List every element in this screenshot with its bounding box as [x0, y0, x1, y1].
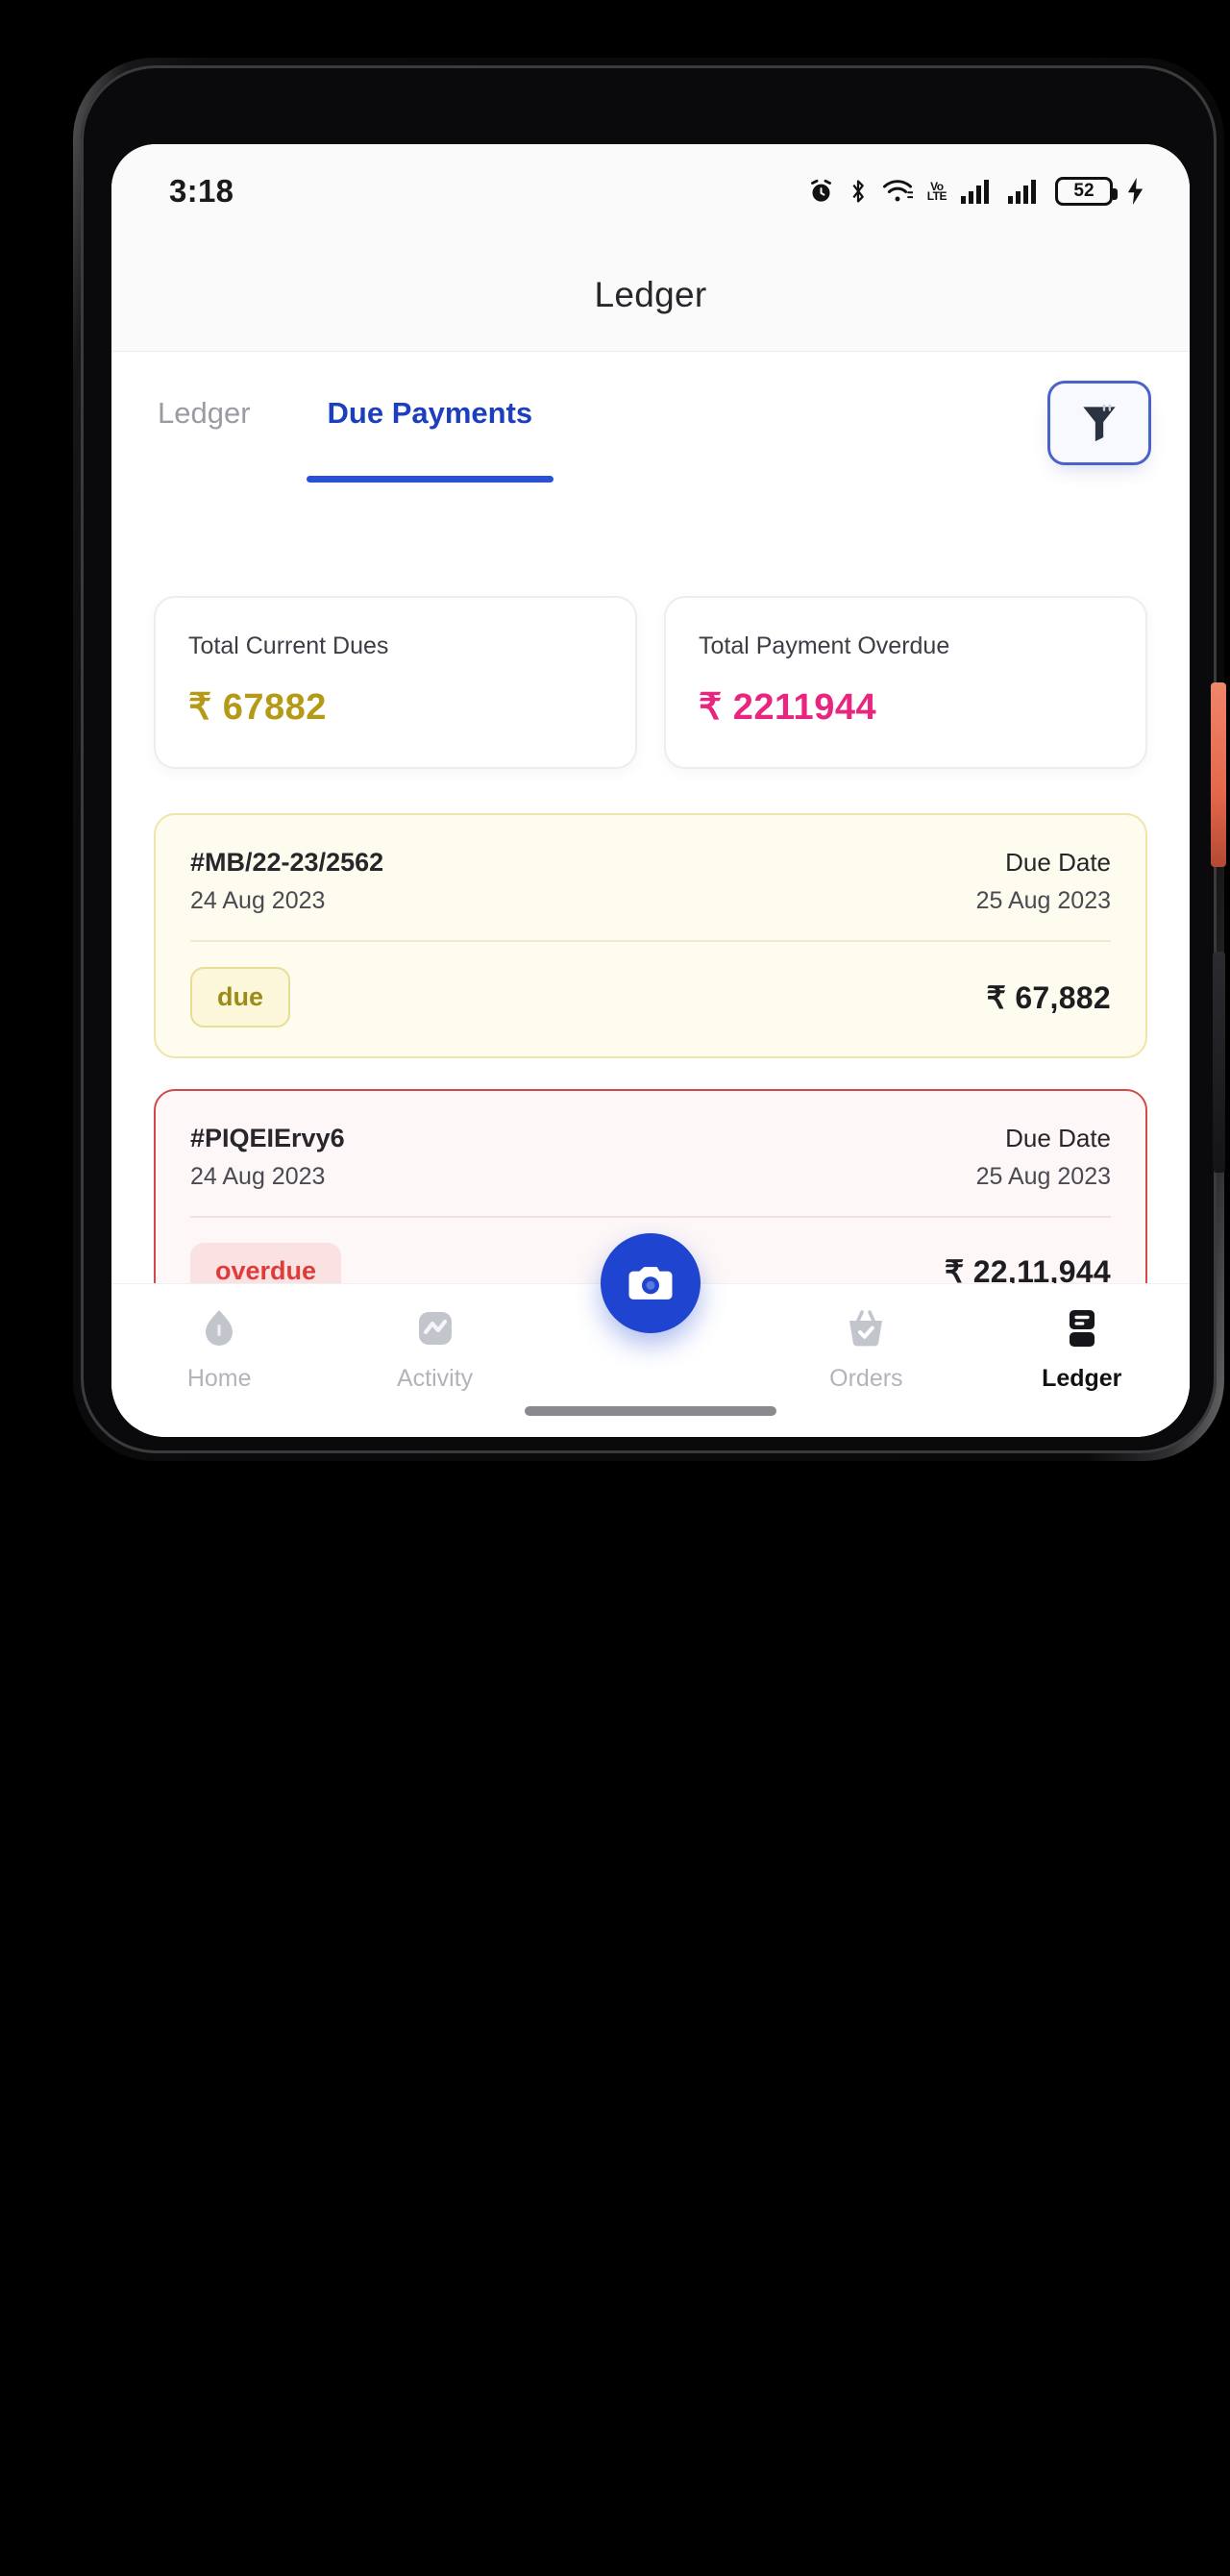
currency-symbol: ₹ — [188, 687, 212, 728]
power-button[interactable] — [1211, 682, 1226, 867]
nav-label: Home — [186, 1365, 252, 1392]
currency-symbol: ₹ — [699, 687, 723, 728]
nav-item-activity[interactable]: Activity — [363, 1305, 507, 1393]
payment-card-footer: due ₹ 67,882 — [190, 967, 1111, 1028]
payment-amount: ₹ 67,882 — [986, 979, 1111, 1016]
filter-funnel-icon — [1083, 404, 1116, 442]
summary-card-payment-overdue[interactable]: Total Payment Overdue ₹ 2211944 — [664, 596, 1147, 769]
summary-cards: Total Current Dues ₹ 67882 Total Payment… — [111, 481, 1190, 769]
screenshot-root: 3:18 Vo LTE 52 Ledger Ledger Due Payment… — [0, 0, 1230, 2576]
payment-card-left: #MB/22-23/2562 24 Aug 2023 — [190, 848, 383, 915]
nav-label: Orders — [829, 1365, 903, 1392]
status-bar-clock: 3:18 — [169, 173, 234, 209]
page-title: Ledger — [594, 274, 707, 314]
battery-icon: 52 — [1055, 177, 1118, 206]
phone-screen: 3:18 Vo LTE 52 Ledger Ledger Due Payment… — [111, 144, 1190, 1437]
nav-item-orders[interactable]: Orders — [794, 1305, 938, 1393]
currency-symbol: ₹ — [986, 979, 1007, 1015]
summary-card-amount: 67882 — [222, 687, 327, 728]
tab-due-payments[interactable]: Due Payments — [306, 396, 554, 483]
nav-item-home[interactable]: Home — [147, 1305, 291, 1393]
home-indicator[interactable] — [525, 1406, 776, 1416]
summary-card-value: ₹ 67882 — [188, 685, 603, 729]
camera-fab-button[interactable] — [601, 1233, 701, 1333]
summary-card-label: Total Current Dues — [188, 632, 389, 659]
tab-due-payments-label: Due Payments — [327, 396, 533, 430]
payment-card-right: Due Date 25 Aug 2023 — [976, 1124, 1111, 1191]
active-tab-indicator — [306, 476, 554, 483]
invoice-date: 24 Aug 2023 — [190, 887, 326, 914]
status-bar-icons: Vo LTE 52 — [808, 177, 1144, 206]
filter-button[interactable] — [1047, 381, 1151, 465]
volte-icon: Vo LTE — [926, 180, 947, 203]
wifi-icon — [882, 180, 913, 202]
payment-amount-value: 67,882 — [1015, 979, 1111, 1015]
bluetooth-icon — [852, 180, 864, 203]
due-date-label: Due Date — [1005, 1124, 1111, 1152]
status-badge: due — [190, 967, 291, 1028]
summary-card-value: ₹ 2211944 — [699, 685, 1113, 729]
battery-level: 52 — [1073, 181, 1095, 201]
signal-sim2-icon — [1008, 180, 1036, 204]
nav-label: Ledger — [1042, 1365, 1122, 1392]
phone-device: 3:18 Vo LTE 52 Ledger Ledger Due Payment… — [37, 29, 1226, 1461]
tab-ledger[interactable]: Ledger — [158, 396, 251, 436]
payment-card-header: #PIQEIErvy6 24 Aug 2023 Due Date 25 Aug … — [190, 1124, 1111, 1191]
payment-card-right: Due Date 25 Aug 2023 — [976, 848, 1111, 915]
nav-item-ledger[interactable]: Ledger — [1010, 1305, 1154, 1393]
divider — [190, 1216, 1111, 1218]
due-date-value: 25 Aug 2023 — [975, 887, 1111, 914]
tab-bar: Ledger Due Payments — [111, 352, 1190, 483]
volume-button[interactable] — [1213, 952, 1225, 1173]
charging-bolt-icon — [1127, 178, 1144, 205]
nav-label: Activity — [396, 1365, 474, 1392]
home-icon — [206, 1310, 234, 1346]
payment-card-due[interactable]: #MB/22-23/2562 24 Aug 2023 Due Date 25 A… — [154, 813, 1147, 1058]
invoice-date: 24 Aug 2023 — [190, 1163, 326, 1190]
page-content: Ledger Due Payments Total Current Dues ₹… — [111, 352, 1190, 1437]
app-header: Ledger — [111, 238, 1190, 352]
camera-icon — [628, 1267, 673, 1300]
due-date-value: 25 Aug 2023 — [975, 1163, 1111, 1190]
signal-sim1-icon — [961, 180, 989, 204]
invoice-id: #MB/22-23/2562 — [190, 848, 384, 877]
summary-card-label: Total Payment Overdue — [699, 632, 950, 659]
due-date-label: Due Date — [1005, 848, 1111, 877]
summary-card-current-dues[interactable]: Total Current Dues ₹ 67882 — [154, 596, 637, 769]
payment-card-header: #MB/22-23/2562 24 Aug 2023 Due Date 25 A… — [190, 848, 1111, 915]
summary-card-amount: 2211944 — [732, 687, 877, 728]
payment-card-left: #PIQEIErvy6 24 Aug 2023 — [190, 1124, 345, 1191]
basket-check-icon — [849, 1310, 883, 1347]
divider — [190, 940, 1111, 942]
ledger-book-icon — [1069, 1310, 1095, 1347]
invoice-id: #PIQEIErvy6 — [190, 1124, 345, 1152]
status-bar: 3:18 Vo LTE 52 — [111, 144, 1190, 238]
tab-ledger-label: Ledger — [158, 396, 251, 430]
activity-chart-icon — [418, 1312, 452, 1345]
alarm-icon — [810, 179, 831, 202]
